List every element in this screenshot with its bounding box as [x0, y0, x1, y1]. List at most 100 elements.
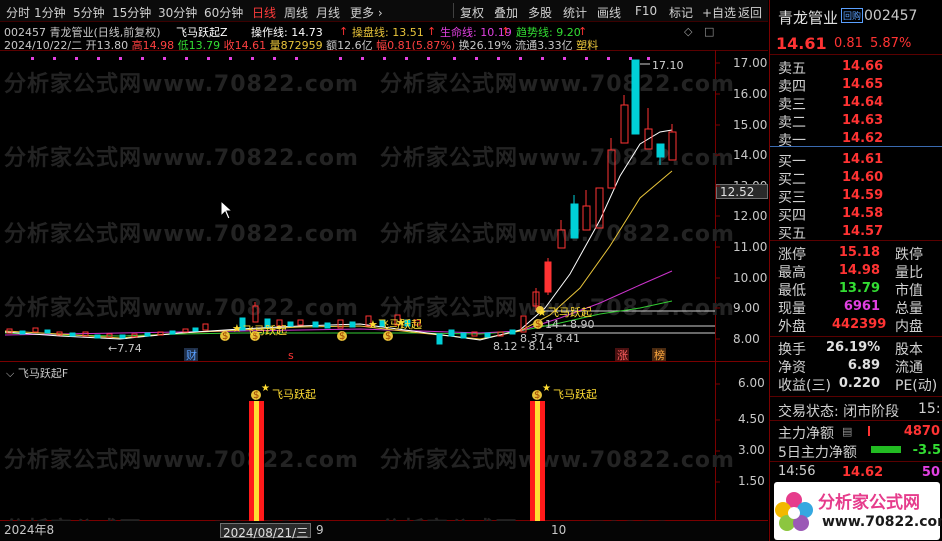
- op-line-value: 操作线: 14.73: [251, 26, 323, 39]
- tab-daily[interactable]: 日线: [252, 4, 276, 21]
- overlay-button[interactable]: 叠加: [494, 4, 518, 21]
- buyback-badge[interactable]: 回购: [841, 8, 864, 23]
- ask-price: 14.65: [842, 77, 884, 92]
- flower-logo-icon: [775, 492, 813, 531]
- cursor-date-box: 2024/08/21/三: [220, 523, 312, 540]
- tab-30min[interactable]: 30分钟: [158, 4, 197, 21]
- price-tick: 15.00: [733, 118, 768, 132]
- finance-tag-label[interactable]: 财: [186, 349, 197, 362]
- low-label: ←7.74: [108, 342, 142, 355]
- date-axis: 2024年8 2024/08/21/三 9 10: [0, 521, 768, 541]
- bid-price: 14.60: [842, 170, 884, 185]
- ask-price: 14.66: [842, 59, 884, 74]
- stat-value: 15.18: [838, 245, 880, 260]
- stock-code: 002457: [864, 8, 918, 24]
- signal-bar: [530, 401, 545, 521]
- up-arrow-icon: ↑: [578, 25, 588, 38]
- axis-ticks: [715, 62, 720, 483]
- stat-label: 内盘: [895, 319, 923, 335]
- date-mark-10: 10: [551, 523, 567, 537]
- bid-price: 14.61: [842, 152, 884, 167]
- mark-button[interactable]: 标记: [669, 4, 693, 21]
- stock-title: 002457 青龙管业(日线,前复权): [4, 26, 161, 39]
- tick-time: 14:56: [778, 464, 816, 479]
- candles: [6, 59, 677, 345]
- high-label: 17.10: [652, 59, 684, 72]
- tab-1min[interactable]: 1分钟: [34, 4, 66, 21]
- period-toolbar: 分时 1分钟 5分钟 15分钟 30分钟 60分钟 日线 周线 月线 更多 › …: [0, 0, 768, 22]
- svg-text:$: $: [385, 331, 391, 342]
- up-arrow-icon: ↑: [501, 25, 511, 38]
- limit-up-tag-label[interactable]: 涨: [617, 349, 628, 362]
- bid-price: 14.58: [842, 206, 884, 221]
- main-flow-value: 4870: [903, 424, 940, 439]
- price-tick: 14.00: [733, 148, 768, 162]
- range-label: 8.37 - 8.41: [520, 332, 580, 345]
- date-mark-9: 9: [316, 523, 324, 537]
- svg-text:$: $: [253, 390, 259, 401]
- bid-label: 买一: [778, 154, 806, 170]
- stat-value: 6.89: [847, 358, 880, 373]
- svg-text:★: ★: [542, 383, 551, 394]
- indicator-name: 飞马跃起Z: [176, 26, 228, 39]
- signal-text: 飞马跃起: [378, 318, 422, 331]
- stat-label: 收益(三): [778, 378, 831, 394]
- candlestick-chart[interactable]: $ $ $ $ $ ★ ★ ★★: [0, 50, 768, 363]
- stat-label: 净资: [778, 360, 806, 376]
- trade-time: 15:: [918, 401, 941, 417]
- quote-panel: 青龙管业 回购 002457 14.61 0.81 5.87% 卖五 14.66…: [769, 0, 942, 541]
- stat-value: 14.98: [838, 263, 880, 278]
- draw-line-button[interactable]: 画线: [597, 4, 621, 21]
- stat-label: 量比: [895, 265, 923, 281]
- billboard-tag-label[interactable]: 榜: [654, 349, 665, 362]
- svg-text:★: ★: [261, 383, 270, 394]
- flow5-value: -3.5: [912, 443, 941, 458]
- stat-value: 0.220: [838, 376, 880, 391]
- tab-5min[interactable]: 5分钟: [73, 4, 105, 21]
- signal-dots: [31, 57, 650, 60]
- ask-label: 卖三: [778, 97, 806, 113]
- bid-price: 14.59: [842, 188, 884, 203]
- stat-label: 股本: [895, 342, 923, 358]
- stat-value: 13.79: [838, 281, 880, 296]
- sub-axis-tick: 3.00: [738, 443, 765, 457]
- tab-monthly[interactable]: 月线: [316, 4, 340, 21]
- add-watchlist-button[interactable]: +自选: [702, 4, 736, 21]
- adjust-button[interactable]: 复权: [460, 4, 484, 21]
- svg-text:$: $: [534, 390, 540, 401]
- tab-more[interactable]: 更多 ›: [350, 4, 383, 21]
- svg-text:★: ★: [232, 322, 242, 335]
- tab-60min[interactable]: 60分钟: [204, 4, 243, 21]
- stat-label: 涨停: [778, 247, 806, 263]
- price-tick: 8.00: [733, 332, 760, 346]
- info-icon[interactable]: ▤: [842, 425, 852, 438]
- multi-stock-button[interactable]: 多股: [528, 4, 552, 21]
- tab-intraday[interactable]: 分时: [6, 4, 30, 21]
- ask-label: 卖五: [778, 61, 806, 77]
- tab-15min[interactable]: 15分钟: [112, 4, 151, 21]
- stats-button[interactable]: 统计: [563, 4, 587, 21]
- up-arrow-icon: ↑: [427, 25, 437, 38]
- stat-label: 流通: [895, 360, 923, 376]
- signal-text: 飞马跃起: [243, 324, 287, 337]
- tick-price: 14.62: [842, 465, 884, 480]
- price-change-pct: 5.87%: [870, 36, 912, 51]
- stock-name: 青龙管业: [778, 9, 839, 27]
- date-start: 2024年8: [4, 523, 55, 537]
- ask-price: 14.63: [842, 113, 884, 128]
- s-tag-label[interactable]: s: [288, 349, 294, 362]
- price-tick: 17.00: [733, 56, 768, 70]
- sub-axis-tick: 6.00: [738, 376, 765, 390]
- bid-label: 买二: [778, 172, 806, 188]
- stat-value: 26.19%: [826, 340, 881, 355]
- price-change: 0.81: [834, 36, 863, 51]
- diamond-icon[interactable]: ◇: [684, 25, 692, 38]
- tab-weekly[interactable]: 周线: [284, 4, 308, 21]
- f10-button[interactable]: F10: [635, 4, 657, 18]
- up-arrow-icon: ↑: [339, 25, 349, 38]
- back-button[interactable]: 返回: [738, 4, 762, 21]
- logo-url: www.70822.com: [822, 514, 942, 530]
- square-icon[interactable]: □: [704, 25, 714, 38]
- stat-label: 最低: [778, 283, 806, 299]
- stat-value: 6961: [843, 299, 880, 314]
